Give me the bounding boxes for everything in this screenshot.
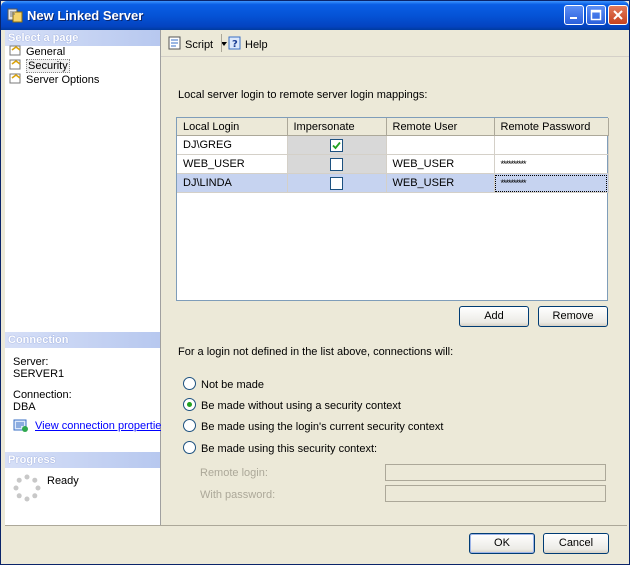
select-page-header: Select a page	[5, 30, 160, 46]
page-item-server-options[interactable]: Server Options	[9, 73, 99, 87]
radio-current-security-context[interactable]: Be made using the login's current securi…	[183, 419, 443, 434]
radio-label: Be made using the login's current securi…	[201, 421, 444, 433]
ok-button[interactable]: OK	[469, 533, 535, 554]
linked-server-icon	[7, 8, 23, 23]
radio-button[interactable]	[183, 398, 196, 411]
new-linked-server-window: New Linked Server Select a page General …	[0, 0, 630, 565]
server-label: Server:	[13, 356, 49, 368]
local-login-cell[interactable]: DJ\GREG	[177, 135, 288, 155]
column-header-remote-user[interactable]: Remote User	[386, 118, 495, 136]
script-icon	[168, 36, 181, 50]
radio-button[interactable]	[183, 441, 196, 454]
remote-password-cell[interactable]: **********	[494, 154, 609, 174]
page-icon	[9, 45, 21, 56]
svg-text:?: ?	[232, 39, 238, 50]
window-title: New Linked Server	[27, 8, 144, 23]
help-button[interactable]: ? Help	[227, 35, 268, 53]
undefined-logins-caption: For a login not defined in the list abov…	[178, 346, 454, 358]
page-item-security[interactable]: Security	[9, 59, 70, 73]
page-label: General	[26, 46, 66, 58]
remote-login-label: Remote login:	[200, 467, 268, 479]
remote-login-input[interactable]	[385, 464, 606, 481]
remove-button[interactable]: Remove	[538, 306, 608, 327]
remote-password-cell[interactable]	[494, 135, 609, 155]
remote-user-cell[interactable]: WEB_USER	[386, 173, 495, 193]
left-pane: Select a page General Security Server Op…	[5, 30, 167, 525]
column-header-local-login[interactable]: Local Login	[177, 118, 288, 136]
mappings-caption: Local server login to remote server logi…	[178, 89, 428, 101]
close-icon	[613, 10, 623, 20]
progress-header: Progress	[5, 452, 160, 468]
title-bar[interactable]: New Linked Server	[1, 1, 629, 30]
page-icon	[9, 59, 21, 70]
page-label: Server Options	[26, 74, 100, 86]
view-connection-properties-link[interactable]: View connection properties	[35, 420, 167, 432]
impersonate-checkbox[interactable]	[329, 176, 343, 190]
script-label: Script	[185, 39, 214, 51]
check-icon	[331, 141, 341, 149]
radio-not-be-made[interactable]: Not be made	[183, 377, 264, 392]
maximize-button[interactable]	[586, 5, 606, 25]
page-label: Security	[26, 59, 70, 73]
page-item-general[interactable]: General	[9, 45, 65, 59]
help-icon: ?	[228, 36, 241, 50]
connection-label: Connection:	[13, 389, 72, 401]
cancel-button[interactable]: Cancel	[543, 533, 609, 554]
radio-label: Be made using this security context:	[201, 443, 378, 455]
table-row[interactable]: DJ\LINDA WEB_USER **********	[177, 173, 609, 193]
radio-without-security-context[interactable]: Be made without using a security context	[183, 398, 401, 413]
local-login-cell[interactable]: WEB_USER	[177, 154, 288, 174]
local-login-cell[interactable]: DJ\LINDA	[177, 173, 288, 193]
toolbar-separator	[221, 34, 222, 52]
maximize-icon	[590, 9, 602, 21]
column-header-impersonate[interactable]: Impersonate	[287, 118, 387, 136]
login-mappings-grid[interactable]: Local Login Impersonate Remote User Remo…	[176, 117, 609, 301]
help-label: Help	[245, 39, 268, 51]
table-row[interactable]: WEB_USER WEB_USER **********	[177, 154, 609, 174]
radio-label: Not be made	[201, 379, 264, 391]
radio-label: Be made without using a security context	[201, 400, 401, 412]
table-row[interactable]: DJ\GREG	[177, 135, 609, 155]
connection-value: DBA	[13, 401, 36, 413]
remote-user-cell[interactable]	[386, 135, 495, 155]
with-password-label: With password:	[200, 489, 276, 501]
connection-header: Connection	[5, 332, 160, 348]
minimize-icon	[570, 17, 577, 19]
progress-status: Ready	[47, 475, 79, 487]
impersonate-cell[interactable]	[287, 135, 387, 155]
impersonate-cell[interactable]	[287, 154, 387, 174]
impersonate-checkbox[interactable]	[329, 138, 343, 152]
page-icon	[9, 73, 21, 84]
remote-user-cell[interactable]: WEB_USER	[386, 154, 495, 174]
toolbar: Script ? Help	[161, 30, 629, 57]
impersonate-cell[interactable]	[287, 173, 387, 193]
connection-properties-icon	[13, 419, 28, 432]
radio-button[interactable]	[183, 377, 196, 390]
progress-spinner-icon	[13, 474, 41, 502]
footer-separator	[5, 525, 627, 526]
grid-header-row: Local Login Impersonate Remote User Remo…	[177, 118, 609, 136]
radio-this-security-context[interactable]: Be made using this security context:	[183, 441, 377, 456]
remote-password-cell[interactable]: **********	[494, 173, 609, 193]
close-button[interactable]	[608, 5, 628, 25]
with-password-input[interactable]	[385, 485, 606, 502]
impersonate-checkbox[interactable]	[329, 157, 343, 171]
server-value: SERVER1	[13, 368, 65, 380]
add-button[interactable]: Add	[459, 306, 529, 327]
radio-button[interactable]	[183, 419, 196, 432]
column-header-remote-password[interactable]: Remote Password	[494, 118, 609, 136]
minimize-button[interactable]	[564, 5, 584, 25]
